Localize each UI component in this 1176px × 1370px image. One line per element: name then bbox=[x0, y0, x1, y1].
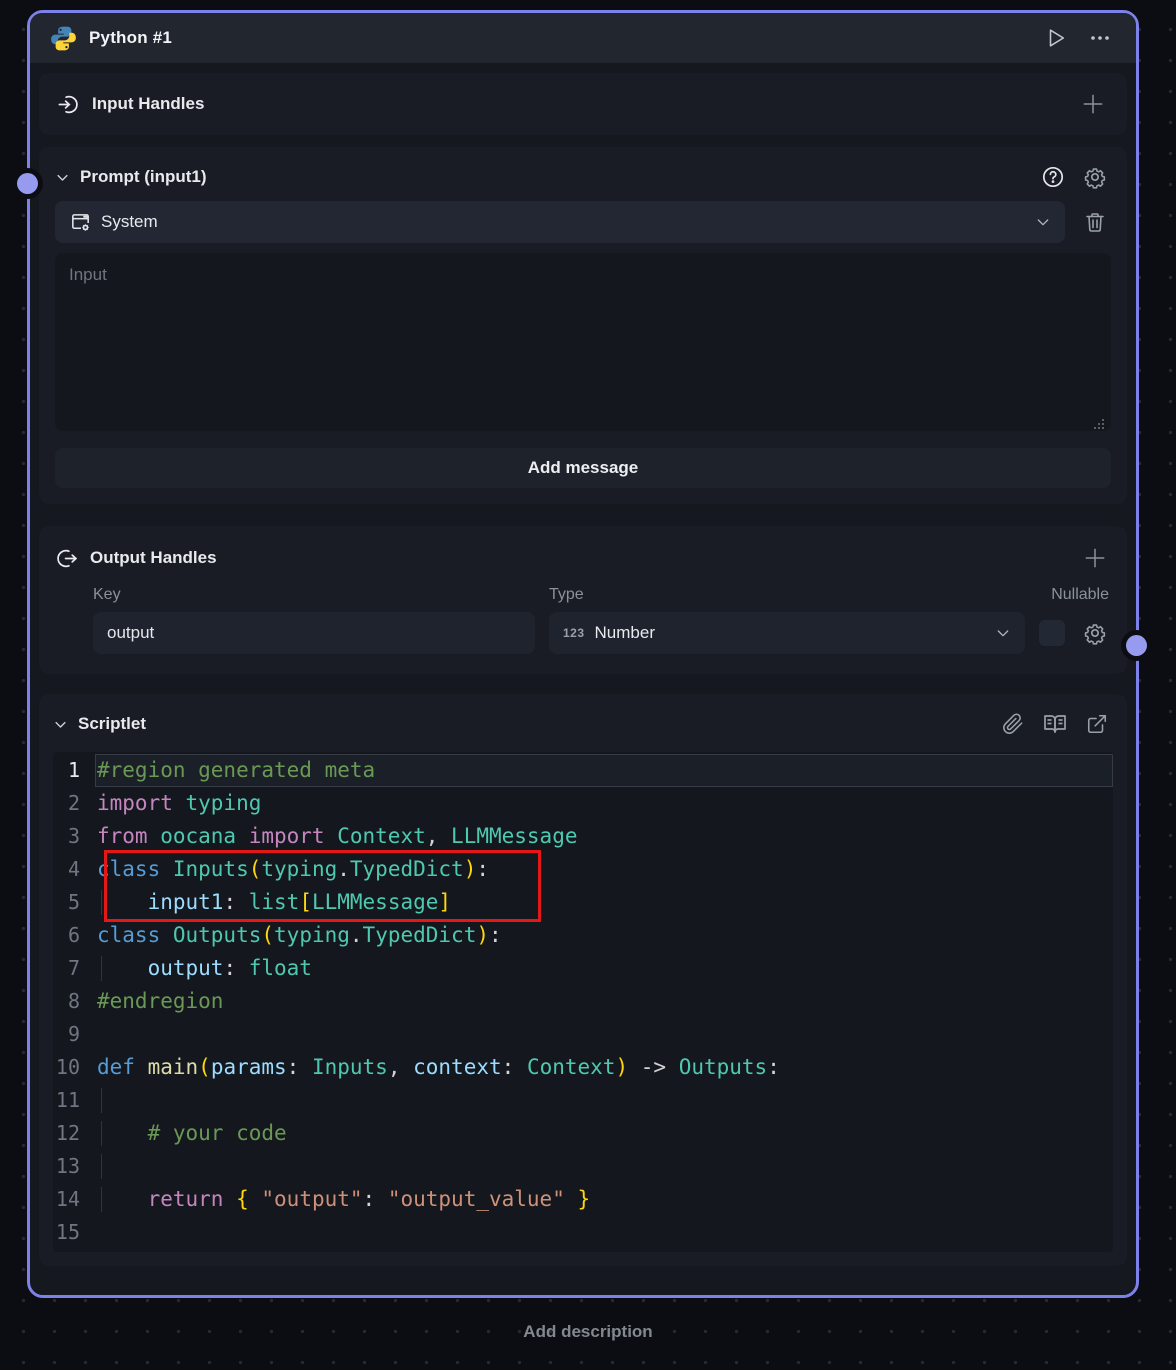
scriptlet-label: Scriptlet bbox=[78, 714, 146, 734]
add-message-button[interactable]: Add message bbox=[55, 448, 1111, 488]
input-handles-icon bbox=[57, 93, 80, 116]
run-button[interactable] bbox=[1040, 22, 1072, 54]
code-line[interactable]: 9 bbox=[53, 1018, 1113, 1051]
docs-icon[interactable] bbox=[1039, 708, 1071, 740]
add-input-handle-button[interactable] bbox=[1077, 88, 1109, 120]
code-line[interactable]: 2import typing bbox=[53, 787, 1113, 820]
scriptlet-collapse-button[interactable] bbox=[53, 717, 68, 732]
nullable-checkbox[interactable] bbox=[1039, 620, 1065, 646]
message-role-select[interactable]: System bbox=[55, 201, 1065, 243]
add-message-label: Add message bbox=[528, 458, 639, 478]
input-handles-label: Input Handles bbox=[92, 94, 204, 114]
python-node[interactable]: Python #1 Input Handles Prompt bbox=[27, 10, 1139, 1298]
type-column-label: Type bbox=[549, 586, 1005, 604]
prompt-collapse-button[interactable] bbox=[55, 170, 70, 185]
code-line[interactable]: 4class Inputs(typing.TypedDict): bbox=[53, 853, 1113, 886]
prompt-label: Prompt (input1) bbox=[80, 167, 207, 187]
output-handles-label: Output Handles bbox=[90, 548, 217, 568]
attachment-icon[interactable] bbox=[997, 708, 1029, 740]
code-line[interactable]: 12 # your code bbox=[53, 1117, 1113, 1150]
code-line[interactable]: 10def main(params: Inputs, context: Cont… bbox=[53, 1051, 1113, 1084]
code-line[interactable]: 13 bbox=[53, 1150, 1113, 1183]
prompt-message-input[interactable] bbox=[55, 253, 1111, 431]
code-line[interactable]: 3from oocana import Context, LLMMessage bbox=[53, 820, 1113, 853]
add-output-handle-button[interactable] bbox=[1079, 542, 1111, 574]
message-role-value: System bbox=[101, 212, 158, 232]
code-editor[interactable]: 1#region generated meta2import typing3fr… bbox=[53, 752, 1113, 1252]
node-title: Python #1 bbox=[89, 28, 172, 48]
code-line[interactable]: 5 input1: list[LLMMessage] bbox=[53, 886, 1113, 919]
add-description-button[interactable]: Add description bbox=[0, 1322, 1176, 1342]
key-column-label: Key bbox=[93, 586, 549, 604]
input-connection-handle[interactable] bbox=[17, 173, 38, 194]
output-handle-row: 123 Number bbox=[55, 612, 1111, 654]
system-message-icon bbox=[69, 211, 92, 234]
scriptlet-section: Scriptlet 1#region g bbox=[39, 694, 1127, 1266]
code-line[interactable]: 1#region generated meta bbox=[53, 754, 1113, 787]
delete-message-button[interactable] bbox=[1079, 206, 1111, 238]
code-line[interactable]: 7 output: float bbox=[53, 952, 1113, 985]
resize-grip-icon[interactable] bbox=[1093, 418, 1105, 430]
node-header[interactable]: Python #1 bbox=[30, 13, 1136, 63]
python-logo-icon bbox=[50, 25, 77, 52]
output-connection-handle[interactable] bbox=[1126, 635, 1147, 656]
code-line[interactable]: 8#endregion bbox=[53, 985, 1113, 1018]
handle-type-value: Number bbox=[595, 623, 655, 643]
output-handles-section: Output Handles Key Type Nullable 123 Num… bbox=[39, 526, 1127, 674]
handle-type-select[interactable]: 123 Number bbox=[549, 612, 1025, 654]
chevron-down-icon bbox=[1035, 214, 1051, 230]
code-line[interactable]: 6class Outputs(typing.TypedDict): bbox=[53, 919, 1113, 952]
open-external-icon[interactable] bbox=[1081, 708, 1113, 740]
handle-key-input[interactable] bbox=[93, 612, 535, 654]
more-options-button[interactable] bbox=[1084, 22, 1116, 54]
chevron-down-icon bbox=[995, 625, 1011, 641]
handle-settings-icon[interactable] bbox=[1079, 617, 1111, 649]
output-handles-icon bbox=[55, 547, 78, 570]
nullable-column-label: Nullable bbox=[1005, 586, 1111, 604]
prompt-settings-icon[interactable] bbox=[1079, 161, 1111, 193]
code-line[interactable]: 15 bbox=[53, 1216, 1113, 1249]
help-icon[interactable] bbox=[1037, 161, 1069, 193]
number-type-icon: 123 bbox=[563, 626, 585, 640]
prompt-section: Prompt (input1) bbox=[39, 147, 1127, 504]
input-handles-section: Input Handles bbox=[39, 73, 1127, 135]
code-line[interactable]: 14 return { "output": "output_value" } bbox=[53, 1183, 1113, 1216]
code-line[interactable]: 11 bbox=[53, 1084, 1113, 1117]
